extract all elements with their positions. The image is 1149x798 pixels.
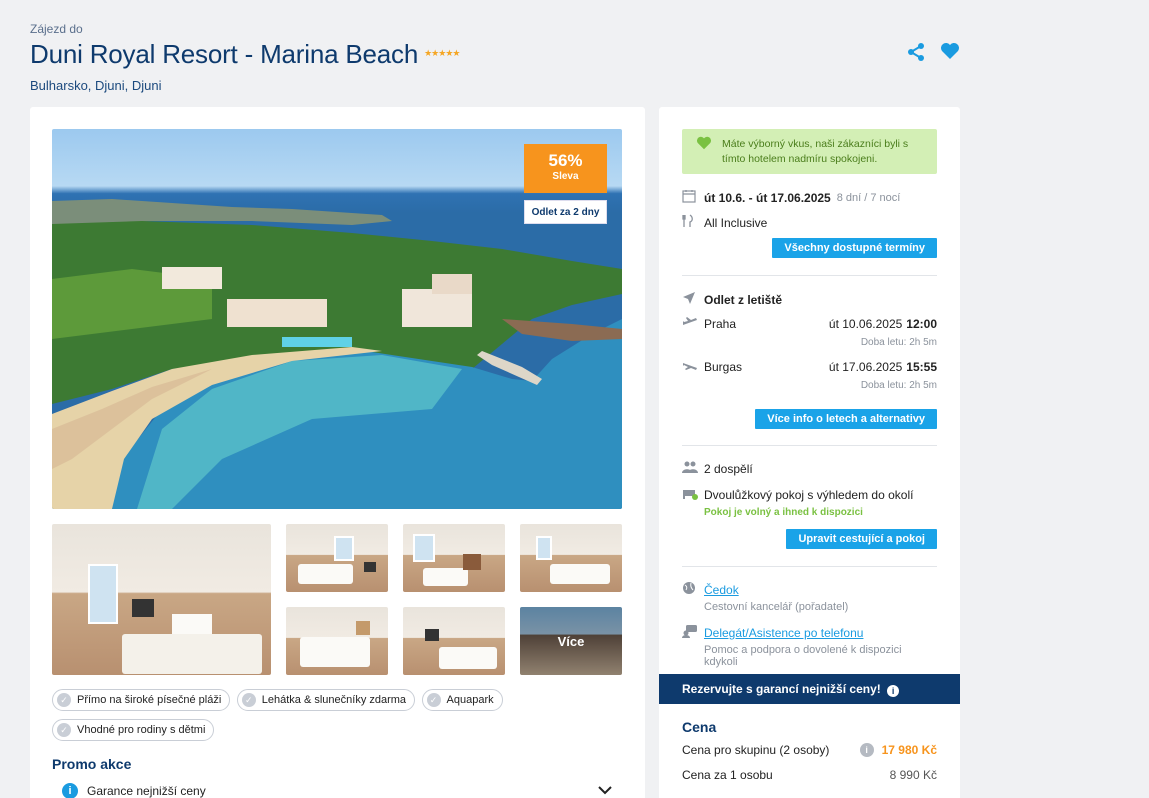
thumbnail-photo[interactable] xyxy=(52,524,271,675)
share-icon[interactable] xyxy=(906,42,926,62)
page-title: Duni Royal Resort - Marina Beach xyxy=(30,39,419,69)
main-photo[interactable]: 56% Sleva Odlet za 2 dny xyxy=(52,129,622,509)
discount-label: Sleva xyxy=(552,171,579,182)
info-icon[interactable]: i xyxy=(859,743,874,757)
plane-takeoff-icon xyxy=(682,316,704,331)
outbound-time: 12:00 xyxy=(906,316,937,331)
thumbnail-photo[interactable] xyxy=(286,607,388,675)
outbound-city: Praha xyxy=(704,316,737,331)
thumbnail-photo[interactable] xyxy=(520,524,622,592)
send-icon xyxy=(682,291,704,308)
overline: Zájezd do xyxy=(30,22,83,36)
check-icon: ✓ xyxy=(57,723,71,737)
guarantee-banner: Rezervujte s garancí nejnižší ceny! i xyxy=(659,674,960,704)
chevron-down-icon[interactable] xyxy=(598,784,612,798)
travelers-row: 2 dospělí xyxy=(682,461,937,476)
thumbnail-photo[interactable] xyxy=(403,607,505,675)
return-date: út 17.06.2025 xyxy=(828,359,903,374)
board-row: All Inclusive xyxy=(682,214,937,231)
cutlery-icon xyxy=(682,214,704,231)
feature-chip: ✓ Vhodné pro rodiny s dětmi xyxy=(52,719,215,741)
return-duration: Doba letu: 2h 5m xyxy=(860,380,937,391)
check-icon: ✓ xyxy=(426,693,441,707)
page-header: Zájezd do Duni Royal Resort - Marina Bea… xyxy=(30,22,960,98)
flights-info-button[interactable]: Více info o letech a alternativy xyxy=(755,409,937,429)
return-city: Burgas xyxy=(704,359,743,374)
room-row: Dvoulůžkový pokoj s výhledem do okolí xyxy=(682,486,937,503)
compliment-text: Máte výborný vkus, naši zákazníci byli s… xyxy=(722,138,909,165)
outbound-duration: Doba letu: 2h 5m xyxy=(860,337,937,348)
discount-badge: 56% Sleva xyxy=(524,144,607,193)
departure-badge: Odlet za 2 dny xyxy=(524,200,607,224)
group-price-label: Cena pro skupinu (2 osoby) xyxy=(682,743,830,757)
assistance-link[interactable]: Delegát/Asistence po telefonu xyxy=(704,626,863,640)
person-price-row: Cena za 1 osobu 8 990 Kč xyxy=(682,768,937,782)
outbound-date: út 10.06.2025 xyxy=(828,316,903,331)
people-icon xyxy=(682,461,704,476)
feature-chip: ✓ Přímo na široké písečné pláži xyxy=(52,689,231,711)
person-price: 8 990 Kč xyxy=(889,768,937,782)
person-price-label: Cena za 1 osobu xyxy=(682,768,773,782)
bed-icon xyxy=(682,486,704,503)
agency-desc: Cestovní kancelář (pořadatel) xyxy=(704,601,849,613)
divider xyxy=(682,445,937,446)
globe-icon xyxy=(682,581,704,598)
outbound-flight-row: Praha út 10.06.2025 12:00 xyxy=(682,316,937,331)
thumbnail-photo[interactable] xyxy=(403,524,505,592)
heart-icon xyxy=(696,136,712,155)
feature-chip: ✓ Aquapark xyxy=(421,689,503,711)
calendar-icon xyxy=(682,189,704,206)
edit-travelers-button[interactable]: Upravit cestující a pokoj xyxy=(786,529,937,549)
discount-percent: 56% xyxy=(548,151,583,170)
feature-chip: ✓ Lehátka & slunečníky zdarma xyxy=(236,689,416,711)
booking-card: Máte výborný vkus, naši zákazníci byli s… xyxy=(659,107,960,798)
thumbnail-more[interactable]: Více xyxy=(520,607,622,675)
feature-chips: ✓ Přímo na široké písečné pláži ✓ Lehátka … xyxy=(52,689,612,749)
all-dates-button[interactable]: Všechny dostupné termíny xyxy=(772,238,937,258)
room-status: Pokoj je volný a ihned k dispozici xyxy=(704,507,863,518)
compliment-box: Máte výborný vkus, naši zákazníci byli s… xyxy=(682,129,937,174)
check-icon: ✓ xyxy=(57,693,71,707)
assistance-desc: Pomoc a podpora o dovolené k dispozici k… xyxy=(704,644,902,668)
check-icon: ✓ xyxy=(241,693,256,707)
more-photos-label: Více xyxy=(520,607,622,675)
agency-link[interactable]: Čedok xyxy=(704,583,739,597)
favorite-heart-icon[interactable] xyxy=(940,42,960,62)
star-rating: ★★★★★ xyxy=(424,48,460,58)
dates-text: út 10.6. - út 17.06.2025 xyxy=(704,190,831,205)
group-price-row: Cena pro skupinu (2 osoby) i 17 980 Kč xyxy=(682,743,937,757)
promo-item-label: Garance nejnižší ceny xyxy=(87,784,206,798)
guarantee-text: Rezervujte s garancí nejnižší ceny! xyxy=(682,682,881,696)
assistance-row: Delegát/Asistence po telefonu xyxy=(682,624,937,641)
support-chat-icon xyxy=(682,624,704,641)
departure-title-row: Odlet z letiště xyxy=(682,291,937,308)
group-price: 17 980 Kč xyxy=(881,743,937,757)
plane-landing-icon xyxy=(682,359,704,374)
return-flight-row: Burgas út 17.06.2025 15:55 xyxy=(682,359,937,374)
info-icon: i xyxy=(62,783,78,798)
board-text: All Inclusive xyxy=(704,215,768,230)
travelers-text: 2 dospělí xyxy=(704,461,753,476)
duration-text: 8 dní / 7 nocí xyxy=(836,191,901,204)
return-time: 15:55 xyxy=(906,359,937,374)
dates-row: út 10.6. - út 17.06.2025 8 dní / 7 nocí xyxy=(682,189,937,206)
promo-accordion[interactable]: i Garance nejnižší ceny xyxy=(62,783,612,798)
divider xyxy=(682,566,937,567)
promo-title: Promo akce xyxy=(52,756,132,772)
departure-title: Odlet z letiště xyxy=(704,292,783,307)
gallery-card: 56% Sleva Odlet za 2 dny Více ✓ Přímo na … xyxy=(30,107,645,798)
agency-row: Čedok xyxy=(682,581,937,598)
info-icon[interactable]: i xyxy=(887,685,900,697)
thumbnail-photo[interactable] xyxy=(286,524,388,592)
room-text: Dvoulůžkový pokoj s výhledem do okolí xyxy=(704,487,914,502)
divider xyxy=(682,275,937,276)
price-title: Cena xyxy=(682,719,717,735)
location: Bulharsko, Djuni, Djuni xyxy=(30,78,162,93)
